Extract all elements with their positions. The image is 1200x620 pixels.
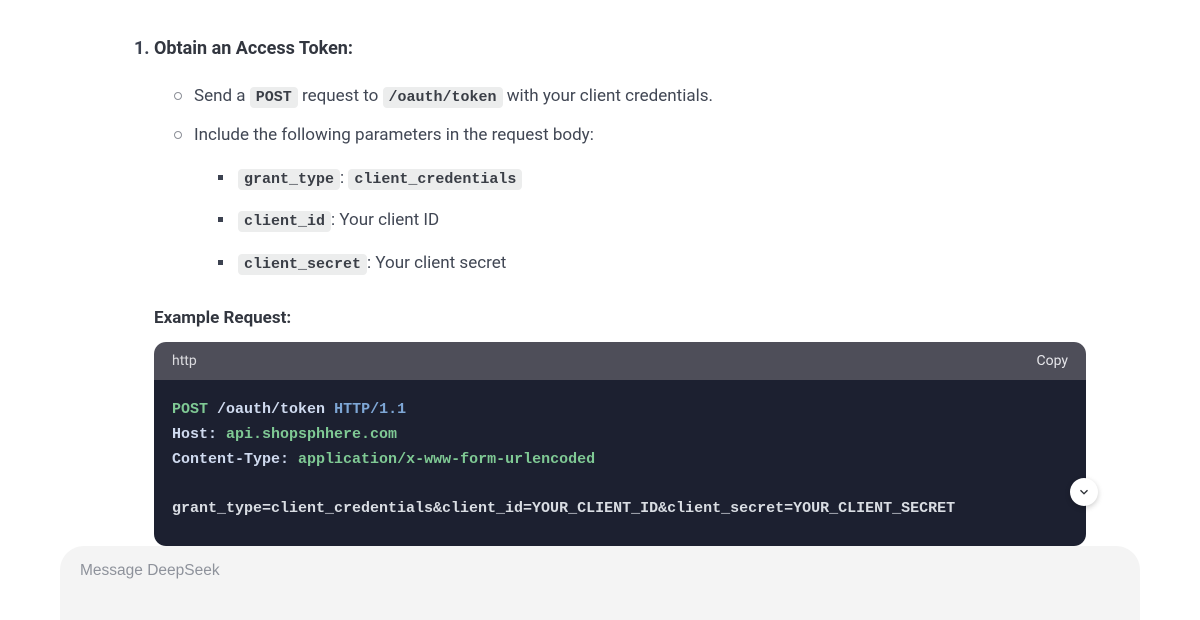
text: Send a [194,86,250,106]
param-client-id: client_id: Your client ID [238,206,1090,235]
bullet-include-params: Include the following parameters in the … [194,121,1090,279]
http-protocol: HTTP/1.1 [334,401,406,418]
header-value: application/x-www-form-urlencoded [298,451,595,468]
scroll-down-button[interactable] [1070,478,1098,506]
message-composer[interactable] [60,546,1140,620]
code-line-request: POST /oauth/token HTTP/1.1 [172,398,1068,423]
header-value: api.shopsphhere.com [226,426,397,443]
param-key: client_id [238,211,331,232]
http-method: POST [172,401,208,418]
example-request-heading: Example Request: [130,308,1090,328]
bullet-send-request: Send a POST request to /oauth/token with… [194,82,1090,111]
ordered-step-list: Obtain an Access Token: Send a POST requ… [130,35,1090,278]
code-block: http Copy POST /oauth/token HTTP/1.1 Hos… [154,342,1086,546]
code-line-body: grant_type=client_credentials&client_id=… [172,497,1068,522]
code-line-blank [172,473,1068,498]
param-description: Your client secret [375,253,506,273]
code-language-label: http [172,353,197,369]
message-content: Obtain an Access Token: Send a POST requ… [130,35,1090,546]
copy-button[interactable]: Copy [1036,353,1068,369]
param-list: grant_type: client_credentials client_id… [194,164,1090,279]
step-title: Obtain an Access Token: [154,38,353,59]
text: with your client credentials. [507,86,713,106]
code-line-host: Host: api.shopsphhere.com [172,423,1068,448]
message-input[interactable] [80,562,1120,580]
header-name: Content-Type [172,451,280,468]
param-key: grant_type [238,169,340,190]
param-client-secret: client_secret: Your client secret [238,249,1090,278]
text: request to [302,86,383,106]
text: Include the following parameters in the … [194,125,594,145]
http-path: /oauth/token [217,401,325,418]
param-key: client_secret [238,254,367,275]
code-block-body: POST /oauth/token HTTP/1.1 Host: api.sho… [154,380,1086,546]
param-value: client_credentials [348,169,522,190]
chevron-down-icon [1077,485,1091,499]
http-method-code: POST [250,87,298,108]
param-description: Your client ID [339,210,439,230]
code-line-content-type: Content-Type: application/x-www-form-url… [172,448,1068,473]
param-grant-type: grant_type: client_credentials [238,164,1090,193]
step-bullets: Send a POST request to /oauth/token with… [154,82,1090,278]
header-name: Host [172,426,208,443]
endpoint-code: /oauth/token [383,87,503,108]
step-item: Obtain an Access Token: Send a POST requ… [154,35,1090,278]
code-block-header: http Copy [154,342,1086,380]
